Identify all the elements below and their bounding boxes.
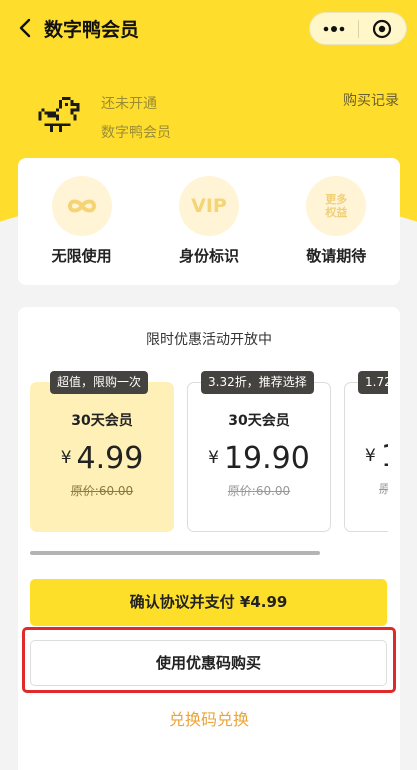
plan-name: 30天会员 xyxy=(228,413,290,429)
benefit-coming-soon: 更多 权益 敬请期待 xyxy=(281,176,391,285)
more-dots-icon xyxy=(323,25,345,32)
page-title: 数字鸭会员 xyxy=(44,19,140,41)
infinity-icon xyxy=(51,176,112,236)
original-price: 原 xyxy=(379,482,388,496)
plan-price: ¥4.99 xyxy=(31,438,173,479)
coupon-purchase-button[interactable]: 使用优惠码购买 xyxy=(30,640,387,686)
membership-status: 还未开通 xyxy=(101,96,157,112)
confirm-pay-button[interactable]: 确认协议并支付 ¥4.99 xyxy=(30,579,387,626)
vip-icon-text: VIP xyxy=(191,195,227,217)
benefit-label: 敬请期待 xyxy=(306,247,367,265)
price-value: 19.90 xyxy=(223,441,310,476)
plan-tag: 1.72 xyxy=(358,371,388,394)
plan-price: ¥19.90 xyxy=(188,438,330,479)
plan-tag: 3.32折，推荐选择 xyxy=(201,371,314,394)
purchase-record-link[interactable]: 购买记录 xyxy=(343,90,399,110)
carousel-scrollbar[interactable] xyxy=(30,551,320,555)
mini-program-capsule xyxy=(309,12,407,45)
benefit-label: 身份标识 xyxy=(178,247,239,265)
chevron-left-icon xyxy=(19,18,31,38)
membership-name: 数字鸭会员 xyxy=(101,125,171,141)
more-benefits-icon-text: 权益 xyxy=(325,206,348,219)
plan-name: 30天会员 xyxy=(71,413,133,429)
plan-name xyxy=(345,410,388,428)
more-benefits-icon: 更多 权益 xyxy=(306,176,367,236)
price-value: 1 xyxy=(381,439,388,474)
promo-title: 限时优惠活动开放中 xyxy=(146,332,272,348)
purchase-panel: 限时优惠活动开放中 30天会员 ¥4.99 原价:60.00 超值，限购一次 3… xyxy=(18,307,400,770)
plan-price: ¥1 xyxy=(345,436,388,477)
benefit-label: 无限使用 xyxy=(51,247,112,265)
plan-carousel[interactable]: 30天会员 ¥4.99 原价:60.00 超值，限购一次 30天会员 ¥19.9… xyxy=(30,371,388,541)
plan-card[interactable]: ¥1 原 xyxy=(344,382,388,532)
vip-icon: VIP xyxy=(178,176,239,236)
plan-card[interactable]: 30天会员 ¥19.90 原价:60.00 xyxy=(187,382,331,532)
duck-avatar-icon xyxy=(38,97,80,133)
more-benefits-icon-text: 更多 xyxy=(325,193,348,206)
benefits-card: 无限使用 VIP 身份标识 更多 权益 敬请期待 xyxy=(18,158,400,285)
benefit-unlimited: 无限使用 xyxy=(27,176,137,285)
target-close-icon xyxy=(373,19,392,38)
currency-symbol: ¥ xyxy=(60,448,72,468)
redeem-code-link[interactable]: 兑换码兑换 xyxy=(18,706,400,730)
currency-symbol: ¥ xyxy=(208,448,219,468)
original-price: 原价:60.00 xyxy=(70,484,134,498)
original-price: 原价:60.00 xyxy=(227,484,291,498)
benefit-identity: VIP 身份标识 xyxy=(154,176,264,285)
plan-card-selected[interactable]: 30天会员 ¥4.99 原价:60.00 xyxy=(30,382,174,532)
price-value: 4.99 xyxy=(76,441,144,476)
currency-symbol: ¥ xyxy=(365,446,376,466)
back-button[interactable] xyxy=(14,15,36,41)
close-mini-program-button[interactable] xyxy=(358,13,406,44)
plan-tag: 超值，限购一次 xyxy=(50,371,149,394)
nav-bar: 数字鸭会员 xyxy=(0,0,417,56)
more-button[interactable] xyxy=(310,13,358,44)
